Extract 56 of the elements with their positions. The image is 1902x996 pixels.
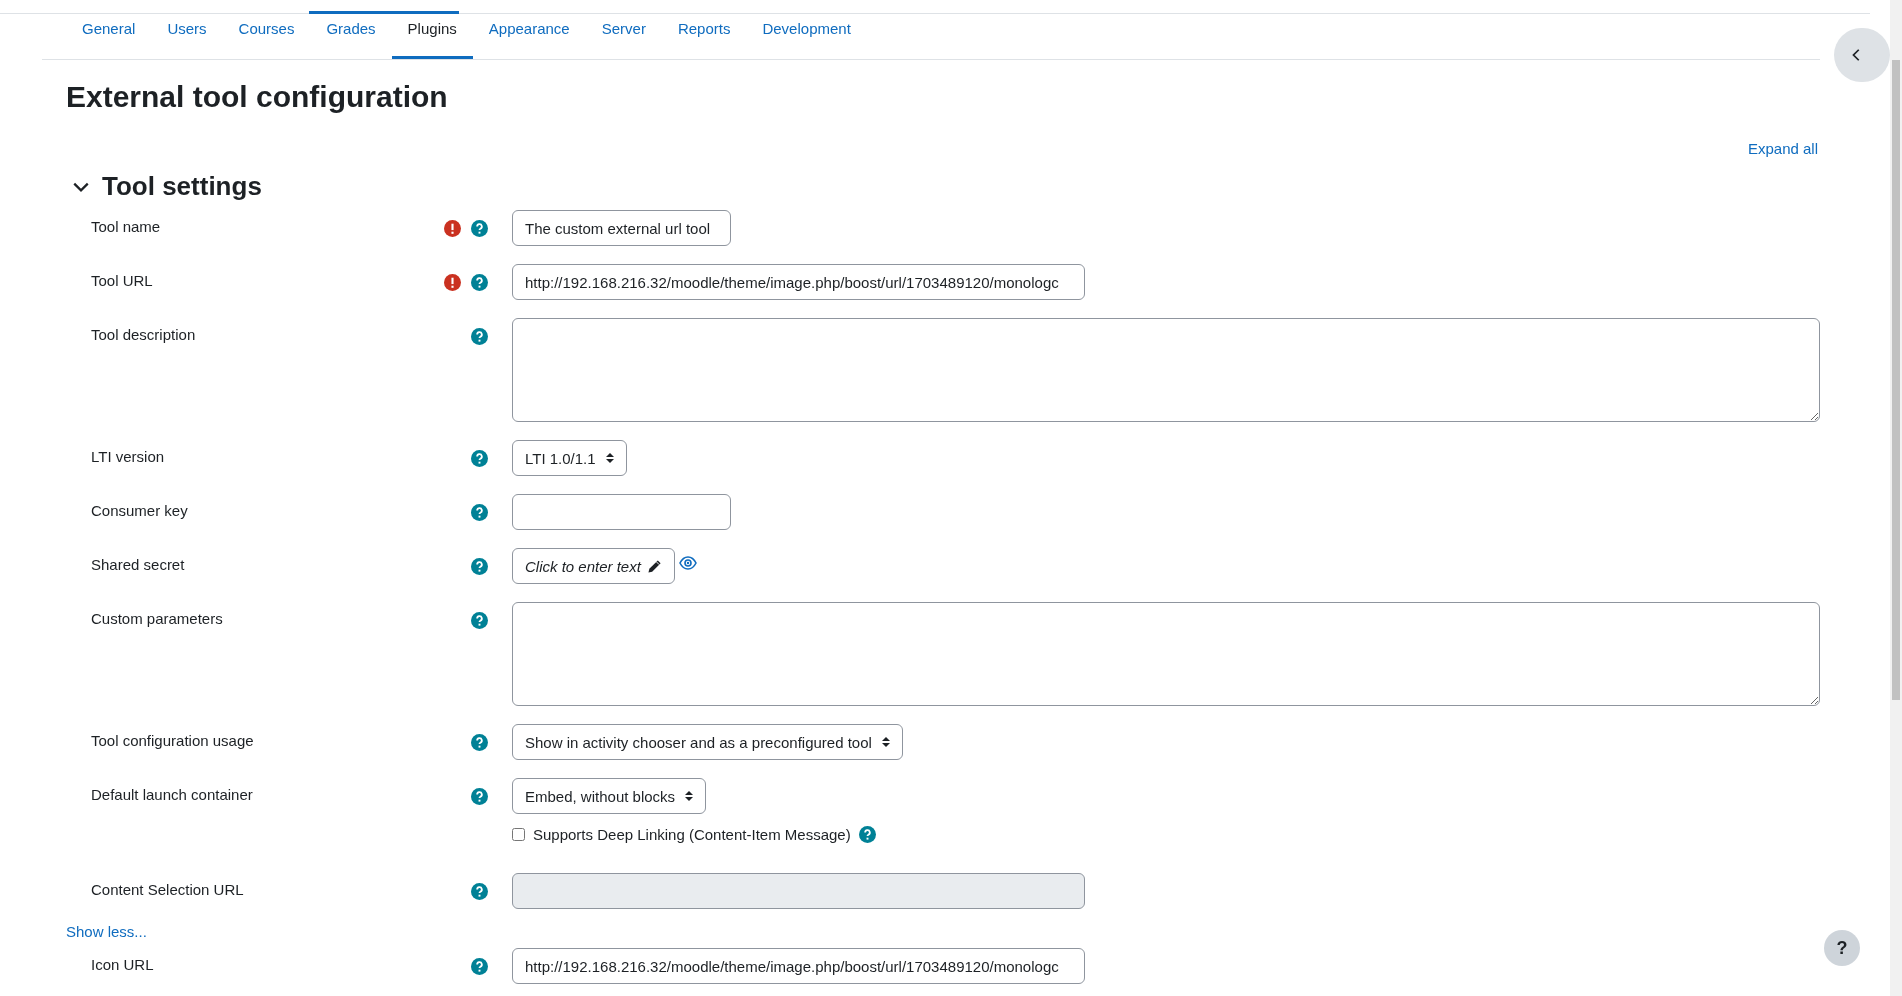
field-label: Tool URL <box>91 271 154 289</box>
help-icon[interactable] <box>471 958 488 975</box>
field-label: Tool description <box>91 325 197 343</box>
scrollbar[interactable] <box>1890 0 1902 996</box>
text-field[interactable]: http://192.168.216.32/moodle/theme/image.php/boost/url/1703489120/monologc <box>512 264 1085 300</box>
field-label: Consumer key <box>91 501 189 519</box>
page-heading: External tool configuration <box>66 80 449 114</box>
expand-all-link[interactable]: Expand all <box>1747 140 1818 157</box>
field-label: Shared secret <box>91 555 186 573</box>
sort-caret-icon <box>685 790 694 802</box>
checkbox-label: Supports Deep Linking (Content-Item Message) <box>533 826 851 843</box>
help-button[interactable]: ? <box>1824 930 1860 966</box>
help-icon[interactable] <box>471 504 488 521</box>
text-area[interactable] <box>512 318 1820 422</box>
tab[interactable]: General <box>66 14 152 59</box>
field-label: LTI version <box>91 447 166 465</box>
field-label: Default launch container <box>91 785 254 803</box>
dropdown-select[interactable]: LTI 1.0/1.1 <box>512 440 627 476</box>
help-icon[interactable] <box>471 450 488 467</box>
help-icon[interactable] <box>471 328 488 345</box>
drawer-toggle-button[interactable] <box>1834 28 1890 82</box>
pencil-icon <box>646 558 662 574</box>
tab[interactable]: Plugins <box>391 14 473 59</box>
help-icon[interactable] <box>471 788 488 805</box>
section-title: Tool settings <box>102 171 262 202</box>
field-label: Tool configuration usage <box>91 731 255 749</box>
tab[interactable]: Development <box>746 14 867 59</box>
help-icon[interactable] <box>471 274 488 291</box>
scrollbar-thumb[interactable] <box>1892 60 1900 700</box>
dropdown-select[interactable]: Embed, without blocks <box>512 778 707 814</box>
text-area[interactable] <box>512 602 1820 706</box>
tab[interactable]: Appearance <box>472 14 586 59</box>
field-label: Content Selection URL <box>91 880 245 898</box>
help-icon[interactable] <box>471 220 488 237</box>
help-icon[interactable] <box>471 558 488 575</box>
sort-caret-icon <box>881 736 890 748</box>
tab[interactable]: Server <box>585 14 662 59</box>
help-icon[interactable] <box>471 612 488 629</box>
text-field[interactable] <box>512 494 731 530</box>
sort-caret-icon <box>605 452 614 464</box>
dropdown-select[interactable]: Show in activity chooser and as a preconfigured tool <box>512 724 903 760</box>
field-label: Custom parameters <box>91 609 224 627</box>
checkbox[interactable] <box>512 828 525 841</box>
text-field[interactable]: The custom external url tool <box>512 210 731 246</box>
help-icon[interactable] <box>858 826 876 843</box>
field-label: Icon URL <box>91 955 155 973</box>
tab[interactable]: Grades <box>310 14 392 59</box>
help-icon[interactable] <box>471 734 488 751</box>
secret-field[interactable]: Click to enter text <box>512 548 675 584</box>
text-field[interactable]: http://192.168.216.32/moodle/theme/image.php/boost/url/1703489120/monologc <box>512 948 1085 984</box>
field-label: Tool name <box>91 217 162 235</box>
tab[interactable]: Courses <box>222 14 311 59</box>
tab[interactable]: Reports <box>661 14 747 59</box>
eye-icon[interactable] <box>678 554 697 572</box>
show-less-link[interactable]: Show less... <box>66 923 147 940</box>
tab[interactable]: Users <box>151 14 223 59</box>
